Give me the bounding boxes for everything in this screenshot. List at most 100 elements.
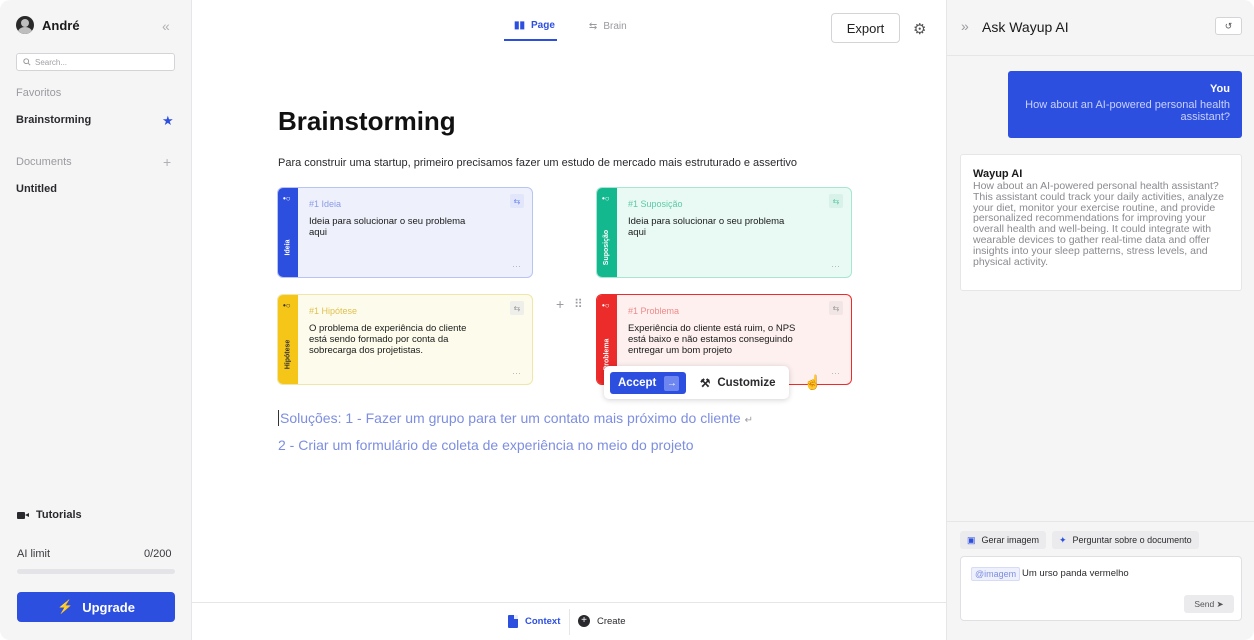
ai-suggestion-popup: Accept → ⚒ Customize bbox=[604, 366, 789, 399]
divider bbox=[569, 609, 570, 635]
collapse-sidebar-icon[interactable]: « bbox=[162, 18, 170, 34]
tutorials-link[interactable]: Tutorials bbox=[17, 509, 82, 521]
swap-icon: ⇆ bbox=[588, 21, 598, 32]
gear-icon[interactable]: ⚙ bbox=[913, 20, 926, 38]
upgrade-button[interactable]: ⚡ Upgrade bbox=[17, 592, 175, 622]
swap-icon[interactable]: ⇆ bbox=[510, 194, 524, 208]
composer-area: ▣ Gerar imagem ✦ Perguntar sobre o docum… bbox=[947, 521, 1254, 640]
app-frame: André « Favoritos Brainstorming ★ Docume… bbox=[0, 0, 1254, 640]
history-icon[interactable]: ↺ bbox=[1215, 17, 1242, 35]
card-tag: #1 Hipótese bbox=[309, 306, 358, 316]
create-button[interactable]: + Create bbox=[578, 615, 626, 627]
sidebar-item-brainstorming[interactable]: Brainstorming bbox=[16, 114, 91, 126]
more-icon[interactable]: ··· bbox=[512, 368, 521, 378]
ai-limit-value: 0/200 bbox=[144, 548, 172, 560]
customize-label: Customize bbox=[717, 377, 776, 389]
sidebar: André « Favoritos Brainstorming ★ Docume… bbox=[0, 0, 192, 640]
card-strip-label: Hipótese bbox=[284, 339, 292, 369]
card-strip: •○ Ideia bbox=[278, 188, 298, 277]
add-document-icon[interactable]: + bbox=[163, 154, 171, 170]
card-text[interactable]: Ideia para solucionar o seu problema aqu… bbox=[309, 216, 484, 238]
swap-icon[interactable]: ⇆ bbox=[829, 194, 843, 208]
lightning-icon: ⚡ bbox=[57, 599, 74, 614]
view-tabs: ▮▮ Page ⇆ Brain bbox=[504, 18, 629, 41]
customize-button[interactable]: ⚒ Customize bbox=[700, 372, 775, 394]
add-block-icon[interactable]: + bbox=[556, 296, 564, 312]
user-message: You How about an AI-powered personal hea… bbox=[1008, 71, 1242, 138]
sparkle-icon: ✦ bbox=[1059, 534, 1067, 545]
generate-image-chip[interactable]: ▣ Gerar imagem bbox=[960, 531, 1047, 549]
star-icon[interactable]: ★ bbox=[162, 113, 174, 129]
user-menu[interactable]: André bbox=[16, 16, 80, 34]
accept-button[interactable]: Accept → bbox=[610, 372, 686, 394]
plus-circle-icon: + bbox=[578, 615, 590, 627]
card-assumption[interactable]: •○ Suposição #1 Suposição Ideia para sol… bbox=[596, 187, 852, 278]
key-icon: •○ bbox=[602, 194, 610, 203]
card-strip-label: Ideia bbox=[284, 239, 292, 255]
search-icon bbox=[23, 58, 31, 66]
send-button[interactable]: Send ➤ bbox=[1184, 595, 1234, 613]
message-text: How about an AI-powered personal health … bbox=[973, 180, 1224, 268]
assistant-header: » Ask Wayup AI ↺ bbox=[947, 0, 1254, 56]
user-name: André bbox=[42, 17, 80, 33]
solution-line-2[interactable]: 2 - Criar um formulário de coleta de exp… bbox=[278, 437, 694, 453]
sidebar-item-untitled[interactable]: Untitled bbox=[16, 183, 57, 195]
more-icon[interactable]: ··· bbox=[512, 261, 521, 271]
context-label: Context bbox=[525, 616, 561, 627]
card-tag: #1 Problema bbox=[628, 306, 680, 316]
context-button[interactable]: Context bbox=[508, 615, 560, 628]
upgrade-label: Upgrade bbox=[82, 599, 135, 615]
chip-label: Gerar imagem bbox=[981, 535, 1040, 545]
return-icon: ↵ bbox=[744, 415, 754, 426]
message-author: Wayup AI bbox=[973, 168, 1023, 180]
book-icon: ▮▮ bbox=[514, 20, 526, 31]
ask-document-chip[interactable]: ✦ Perguntar sobre o documento bbox=[1052, 531, 1199, 549]
card-hypothesis[interactable]: •○ Hipótese #1 Hipótese O problema de ex… bbox=[277, 294, 533, 385]
mention-tag[interactable]: @imagem bbox=[971, 567, 1021, 581]
arrow-right-icon: → bbox=[664, 375, 680, 391]
key-icon: •○ bbox=[283, 301, 291, 310]
intro-paragraph[interactable]: Para construir uma startup, primeiro pre… bbox=[278, 157, 797, 169]
favorites-label: Favoritos bbox=[16, 87, 62, 99]
page-title: Brainstorming bbox=[278, 106, 456, 136]
export-button[interactable]: Export bbox=[831, 13, 900, 43]
chip-label: Perguntar sobre o documento bbox=[1072, 535, 1192, 545]
video-camera-icon bbox=[17, 511, 29, 520]
tab-page[interactable]: ▮▮ Page bbox=[504, 18, 557, 41]
tab-brain[interactable]: ⇆ Brain bbox=[579, 18, 629, 41]
solution-line-1[interactable]: Soluções: 1 - Fazer um grupo para ter um… bbox=[278, 410, 753, 426]
card-text[interactable]: O problema de experiência do cliente est… bbox=[309, 323, 484, 356]
send-label: Send bbox=[1194, 598, 1215, 609]
bottom-bar: Context + Create bbox=[192, 602, 946, 640]
tutorials-label: Tutorials bbox=[36, 509, 82, 521]
card-idea[interactable]: •○ Ideia #1 Ideia Ideia para solucionar … bbox=[277, 187, 533, 278]
assistant-panel: » Ask Wayup AI ↺ You How about an AI-pow… bbox=[946, 0, 1254, 640]
accept-label: Accept bbox=[618, 377, 657, 389]
card-text[interactable]: Ideia para solucionar o seu problema aqu… bbox=[628, 216, 803, 238]
card-tag: #1 Ideia bbox=[309, 199, 342, 209]
tab-page-label: Page bbox=[531, 20, 555, 31]
document-icon bbox=[508, 615, 518, 628]
hand-cursor-icon: ☝ bbox=[804, 374, 822, 390]
image-icon: ▣ bbox=[967, 534, 976, 545]
swap-icon[interactable]: ⇆ bbox=[510, 301, 524, 315]
magic-wand-icon: ⚒ bbox=[700, 378, 711, 390]
expand-panel-icon[interactable]: » bbox=[961, 18, 969, 34]
message-composer[interactable]: @imagem Um urso panda vermelho Send ➤ bbox=[960, 556, 1242, 621]
card-strip-label: Suposição bbox=[603, 229, 611, 265]
ai-limit-label: AI limit bbox=[17, 548, 50, 560]
documents-label: Documents bbox=[16, 156, 72, 168]
card-strip: •○ Hipótese bbox=[278, 295, 298, 384]
search-box[interactable] bbox=[16, 53, 175, 71]
swap-icon[interactable]: ⇆ bbox=[829, 301, 843, 315]
composer-text[interactable]: Um urso panda vermelho bbox=[1022, 568, 1129, 579]
message-author: You bbox=[1210, 83, 1230, 95]
key-icon: •○ bbox=[602, 301, 610, 310]
drag-handle-icon[interactable]: ⠿ bbox=[574, 297, 583, 311]
more-icon[interactable]: ··· bbox=[831, 368, 840, 378]
more-icon[interactable]: ··· bbox=[831, 261, 840, 271]
search-input[interactable] bbox=[35, 57, 165, 67]
ai-limit-progress bbox=[17, 569, 175, 574]
card-text[interactable]: Experiência do cliente está ruim, o NPS … bbox=[628, 323, 803, 356]
solution-text-1: Soluções: 1 - Fazer um grupo para ter um… bbox=[280, 410, 741, 426]
